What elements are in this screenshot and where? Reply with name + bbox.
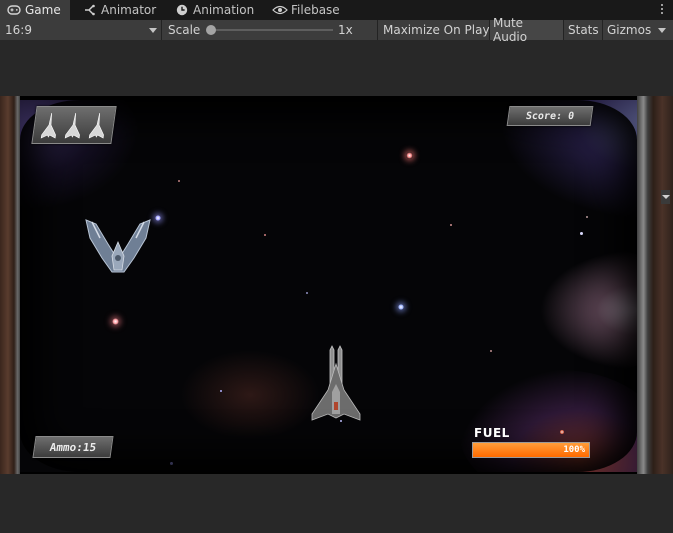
tab-filebase-label: Filebase: [291, 3, 340, 17]
star: [306, 292, 308, 294]
gizmos-label: Gizmos: [607, 23, 652, 37]
chevron-down-icon: [661, 190, 670, 204]
life-ship-icon: [88, 112, 104, 139]
tab-animator[interactable]: Animator: [82, 0, 156, 20]
star: [398, 304, 404, 310]
tab-game[interactable]: Game: [0, 0, 70, 20]
star: [155, 215, 161, 221]
tab-animator-label: Animator: [101, 3, 157, 17]
aspect-ratio-dropdown[interactable]: 16:9: [0, 20, 160, 40]
nebula: [540, 250, 637, 370]
scale-value: 1x: [338, 23, 353, 37]
enemy-ship: [85, 219, 151, 273]
lives-panel: [31, 106, 117, 144]
background-panel-left: [0, 96, 20, 474]
gamepad-icon: [6, 2, 22, 18]
star: [450, 224, 452, 226]
game-viewport[interactable]: Score: 0 Ammo:15 FUEL 100%: [0, 96, 673, 474]
eye-icon: [272, 2, 288, 18]
toolbar-divider: [602, 20, 603, 40]
chevron-down-icon[interactable]: [658, 28, 666, 33]
clock-icon: [174, 2, 190, 18]
space-background: [20, 100, 637, 472]
life-ship-icon: [64, 112, 80, 139]
tab-animation[interactable]: Animation: [174, 0, 254, 20]
tab-filebase[interactable]: Filebase: [272, 0, 340, 20]
animator-icon: [82, 2, 98, 18]
star: [580, 232, 583, 235]
fuel-bar: 100%: [472, 442, 590, 458]
tab-animation-label: Animation: [193, 3, 255, 17]
gizmos-dropdown[interactable]: Gizmos: [604, 20, 654, 40]
scale-label: Scale: [168, 23, 201, 37]
player-ship: [311, 345, 361, 421]
mute-audio-button[interactable]: Mute Audio: [490, 16, 563, 44]
scale-slider-track[interactable]: [207, 29, 333, 31]
fuel-percent: 100%: [563, 445, 585, 455]
star: [170, 462, 173, 465]
score-display: Score: 0: [506, 106, 594, 126]
maximize-on-play-button[interactable]: Maximize On Play: [380, 20, 493, 40]
toolbar-divider: [161, 20, 162, 40]
chevron-down-icon: [149, 28, 157, 33]
life-ship-icon: [40, 112, 56, 139]
toolbar-divider: [563, 20, 564, 40]
ammo-text: Ammo:15: [48, 440, 98, 454]
fuel-label: FUEL: [474, 426, 510, 440]
nebula: [180, 350, 320, 440]
star: [560, 430, 564, 434]
star: [490, 350, 492, 352]
star: [178, 180, 180, 182]
toolbar-divider: [377, 20, 378, 40]
tab-game-label: Game: [25, 3, 61, 17]
aspect-ratio-value: 16:9: [5, 23, 32, 37]
ammo-display: Ammo:15: [32, 436, 114, 458]
more-options-icon[interactable]: [659, 2, 665, 16]
game-view-toolbar: 16:9 Scale 1x Maximize On Play Mute Audi…: [0, 16, 673, 44]
star: [586, 216, 588, 218]
star: [220, 390, 222, 392]
scale-slider-thumb[interactable]: [206, 25, 216, 35]
editor-empty-area: [0, 474, 673, 533]
background-panel-right: [637, 96, 673, 474]
stats-button[interactable]: Stats: [565, 20, 602, 40]
window-tab-bar: Game Animator Animation Filebase: [0, 0, 673, 20]
score-text: Score: 0: [525, 110, 575, 122]
star: [406, 152, 413, 159]
star: [112, 318, 119, 325]
star: [264, 234, 266, 236]
